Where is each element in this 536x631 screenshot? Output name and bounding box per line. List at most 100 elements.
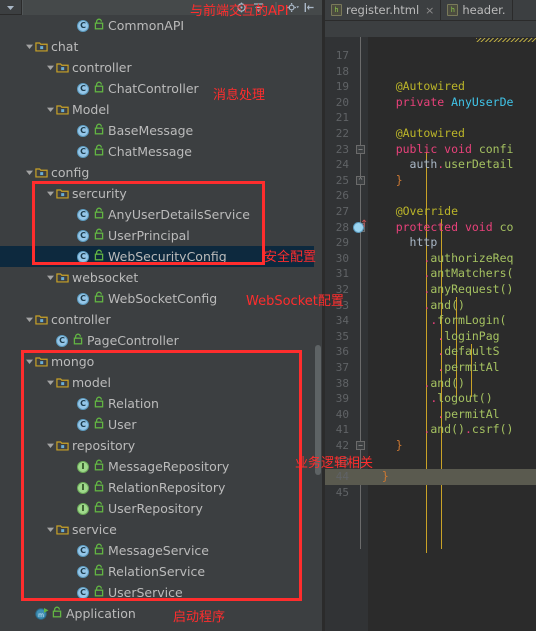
tree-row-label: ChatMessage [108, 144, 192, 159]
interface-icon-wrap: I [77, 481, 91, 494]
tree-row-sercurity[interactable]: sercurity [0, 183, 322, 204]
project-view-dropdown[interactable] [0, 0, 22, 15]
code-line: .logout() [430, 391, 493, 406]
collapse-all-icon[interactable] [252, 1, 265, 14]
expand-arrow-icon[interactable] [45, 519, 56, 540]
code-line: protected void co [395, 219, 514, 234]
editor-gutter[interactable]: 17 18 19 20 21 22 23 24 25 26 27 28 29 30 31 32 33 34 35 36… [325, 37, 352, 631]
editor-body[interactable]: 17 18 19 20 21 22 23 24 25 26 27 28 29 30 31 32 33 34 35 36… [325, 37, 536, 631]
expand-arrow-icon[interactable] [45, 99, 56, 120]
public-lock-icon [94, 459, 108, 474]
expand-arrow-icon[interactable] [24, 309, 35, 330]
class-icon: C [77, 292, 89, 305]
tree-row-pagecontroller[interactable]: C PageController [0, 330, 322, 351]
tree-row-model[interactable]: Model [0, 99, 322, 120]
tree-row-userprincipal[interactable]: C UserPrincipal [0, 225, 322, 246]
package-folder-icon [35, 355, 48, 368]
class-icon: C [77, 586, 89, 599]
tree-row-websecurityconfig[interactable]: C WebSecurityConfig [0, 246, 322, 267]
code-line: .antMatchers( [423, 266, 514, 281]
tab-header-html[interactable]: h header. [441, 0, 513, 20]
scroll-from-source-icon[interactable] [235, 1, 248, 14]
expand-arrow-icon[interactable] [45, 372, 56, 393]
tree-row-relationservice[interactable]: C RelationService [0, 561, 322, 582]
tree-row-label: config [51, 165, 90, 180]
tree-row-basemessage[interactable]: C BaseMessage [0, 120, 322, 141]
hide-panel-icon[interactable] [303, 1, 316, 14]
interface-icon-wrap: I [77, 502, 91, 515]
tree-row-chat[interactable]: chat [0, 36, 322, 57]
tree-row-relation[interactable]: C Relation [0, 393, 322, 414]
tree-row-service[interactable]: service [0, 519, 322, 540]
expand-arrow-icon[interactable] [45, 183, 56, 204]
tree-row-mongo[interactable]: mongo [0, 351, 322, 372]
code-line: .anyRequest() [423, 282, 514, 296]
tree-row-commonapi[interactable]: C CommonAPI [0, 15, 322, 36]
line-number: 30 [335, 251, 349, 265]
tree-row-messagerepository[interactable]: I MessageRepository [0, 456, 322, 477]
tree-row-repository[interactable]: repository [0, 435, 322, 456]
line-number: 37 [335, 361, 349, 374]
tab-register-html[interactable]: h register.html × [325, 0, 442, 20]
tree-row-label: CommonAPI [108, 18, 185, 33]
expand-arrow-icon[interactable] [45, 267, 56, 288]
expand-arrow-icon[interactable] [24, 36, 35, 57]
class-icon: C [77, 418, 89, 431]
expand-arrow-icon[interactable] [24, 351, 35, 372]
code-line: .formLogin( [430, 313, 507, 328]
editor-breadcrumbs [325, 21, 536, 37]
tree-row-websocketconfig[interactable]: C WebSocketConfig [0, 288, 322, 309]
tree-row-label: RelationService [108, 564, 206, 579]
tree-row-user[interactable]: C User [0, 414, 322, 435]
gear-icon[interactable] [286, 1, 299, 14]
public-lock-icon [94, 81, 108, 96]
expand-arrow-icon[interactable] [45, 435, 56, 456]
tree-scrollbar-thumb[interactable] [315, 345, 321, 475]
fold-toggle-icon[interactable]: − [356, 144, 365, 154]
line-number: 19 [335, 80, 349, 94]
code-line: .defaultS [437, 344, 500, 359]
line-number: 18 [335, 64, 349, 78]
tree-row-controller[interactable]: controller [0, 309, 322, 330]
tree-row-application[interactable]: m Application [0, 603, 322, 624]
public-lock-icon [94, 207, 108, 222]
editor-fold-column[interactable]: −⌃∇−↑ [352, 37, 368, 631]
tree-row-userrepository[interactable]: I UserRepository [0, 498, 322, 519]
public-lock-icon [94, 396, 108, 411]
tab-label: register.html [346, 3, 420, 17]
editor-code[interactable]: @Autowired private AnyUserDe @Autowired … [352, 37, 536, 631]
tree-row-controller[interactable]: controller [0, 57, 322, 78]
tree-vertical-scrollbar[interactable] [314, 15, 322, 631]
tree-row-relationrepository[interactable]: I RelationRepository [0, 477, 322, 498]
line-number: 45 [335, 485, 349, 499]
project-tree[interactable]: C CommonAPI chat controller C ChatController M… [0, 15, 322, 631]
line-number: 36 [335, 345, 349, 359]
expand-arrow-icon[interactable] [24, 162, 35, 183]
tree-row-chatcontroller[interactable]: C ChatController [0, 78, 322, 99]
package-folder-icon [35, 166, 48, 179]
tree-row-websocket[interactable]: websocket [0, 267, 322, 288]
class-icon: C [77, 565, 89, 578]
tree-row-userservice[interactable]: C UserService [0, 582, 322, 603]
line-number: 39 [335, 392, 349, 406]
class-icon: C [77, 19, 89, 32]
close-tab-icon[interactable]: × [425, 4, 434, 17]
code-line: @Autowired [395, 79, 465, 94]
code-line: .permitAl [437, 406, 500, 421]
tree-row-model[interactable]: model [0, 372, 322, 393]
fold-toggle-icon[interactable]: ⌃ [356, 175, 365, 185]
class-icon-wrap: C [77, 145, 91, 158]
package-folder-icon [56, 523, 69, 536]
tree-row-anyuserdetailsservice[interactable]: C AnyUserDetailsService [0, 204, 322, 225]
public-lock-icon [94, 585, 108, 600]
tree-row-messageservice[interactable]: C MessageService [0, 540, 322, 561]
expand-arrow-icon[interactable] [45, 57, 56, 78]
tree-row-config[interactable]: config [0, 162, 322, 183]
code-line: } [395, 438, 403, 452]
tree-row-chatmessage[interactable]: C ChatMessage [0, 141, 322, 162]
fold-toggle-icon[interactable]: − [356, 441, 365, 450]
project-toolbar [0, 0, 322, 15]
